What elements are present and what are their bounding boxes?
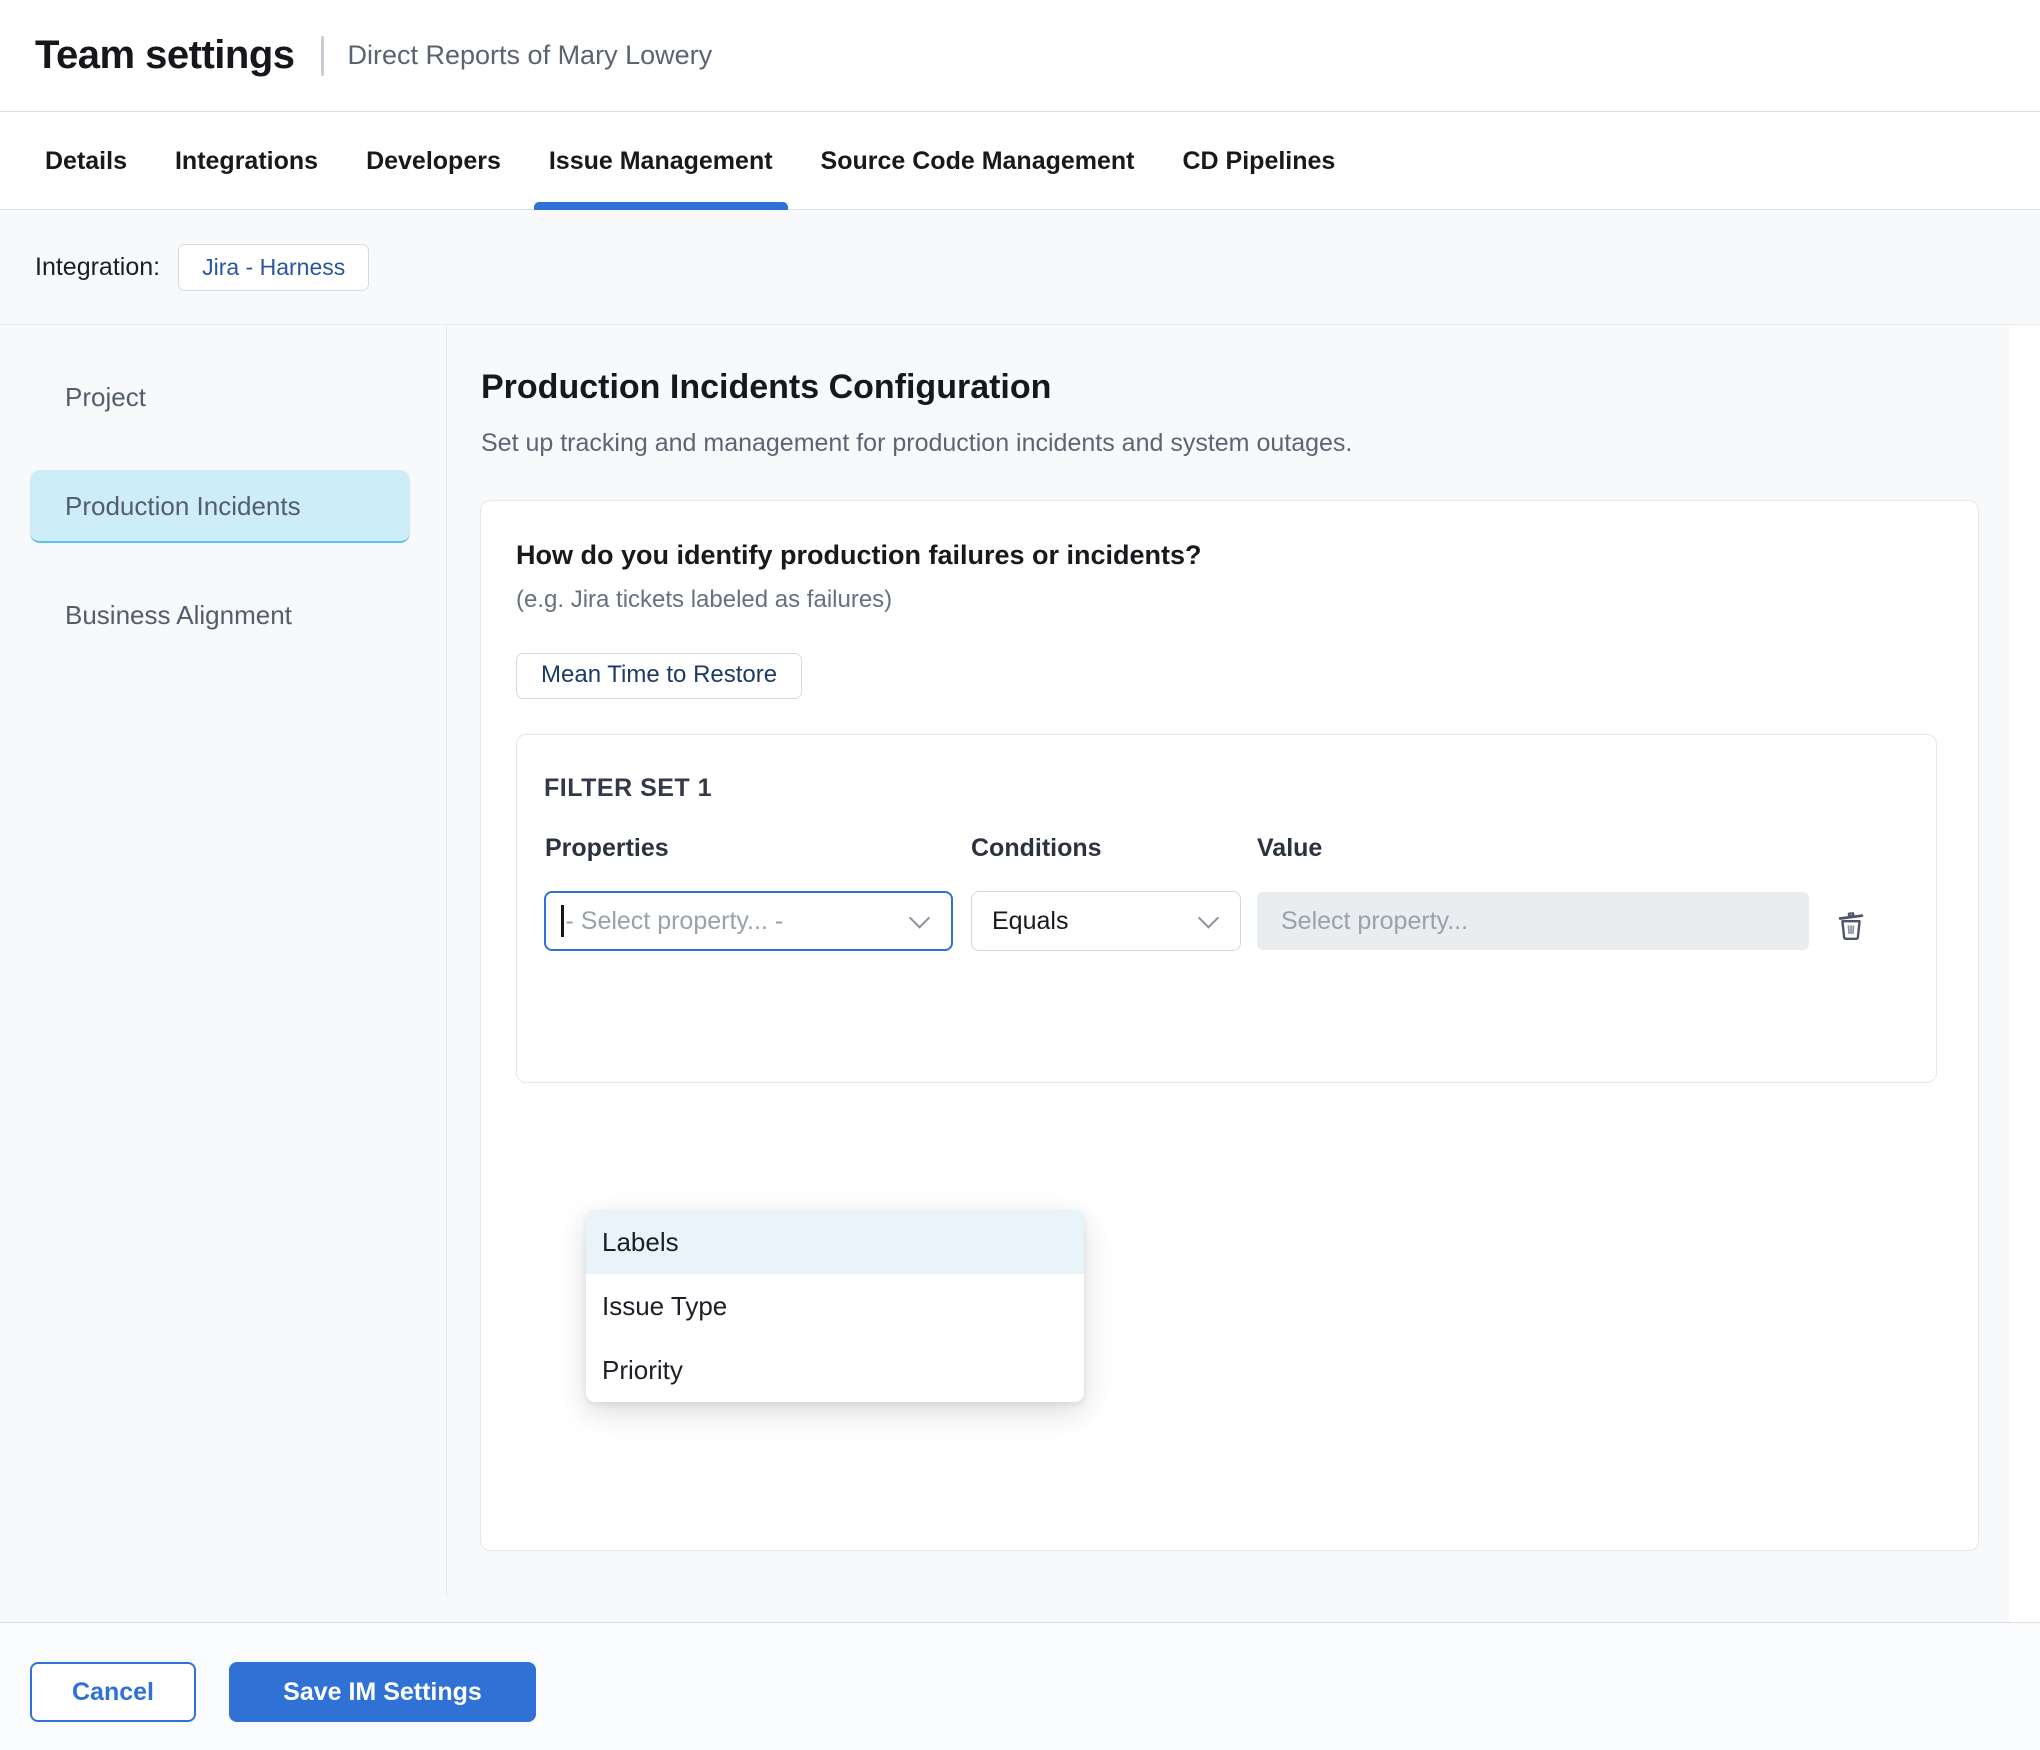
property-dropdown-menu: Labels Issue Type Priority: [586, 1210, 1084, 1402]
tab-label: Details: [45, 147, 127, 176]
cancel-button[interactable]: Cancel: [30, 1662, 196, 1722]
integration-row: Integration: Jira - Harness: [0, 210, 2040, 325]
tab-bar: Details Integrations Developers Issue Ma…: [0, 113, 2040, 210]
metric-tab-mean-time-to-restore[interactable]: Mean Time to Restore: [516, 653, 802, 699]
condition-select[interactable]: Equals: [971, 891, 1241, 951]
incidents-config-card: How do you identify production failures …: [480, 500, 1979, 1551]
sidebar-item-business-alignment[interactable]: Business Alignment: [30, 579, 410, 652]
tab-developers[interactable]: Developers: [366, 113, 501, 209]
filter-set-title: FILTER SET 1: [544, 775, 1909, 801]
filter-set-card: FILTER SET 1 Properties Conditions Value…: [516, 734, 1937, 1083]
property-select[interactable]: - Select property... -: [544, 891, 953, 951]
tab-details[interactable]: Details: [45, 113, 127, 209]
filter-controls-row: - Select property... - Equals Select pro…: [544, 891, 1909, 951]
scrollbar-gutter[interactable]: [2009, 325, 2040, 1622]
tab-label: Integrations: [175, 147, 318, 176]
tab-label: Developers: [366, 147, 501, 176]
conditions-column-label: Conditions: [971, 835, 1102, 861]
page-header: Team settings Direct Reports of Mary Low…: [0, 0, 2040, 112]
footer-action-bar: Cancel Save IM Settings: [0, 1622, 2040, 1750]
content-area: Project Production Incidents Business Al…: [0, 325, 2040, 1622]
tab-integrations[interactable]: Integrations: [175, 113, 318, 209]
team-settings-page: Team settings Direct Reports of Mary Low…: [0, 0, 2040, 1750]
trash-icon: [1832, 906, 1870, 947]
settings-sidebar: Project Production Incidents Business Al…: [0, 325, 447, 1596]
dropdown-option-priority[interactable]: Priority: [586, 1338, 1084, 1402]
chevron-down-icon: [909, 907, 930, 928]
config-hint: (e.g. Jira tickets labeled as failures): [516, 581, 1943, 619]
value-input[interactable]: Select property...: [1257, 892, 1809, 950]
tab-source-code-management[interactable]: Source Code Management: [821, 113, 1135, 209]
sidebar-item-label: Production Incidents: [65, 491, 301, 521]
tab-issue-management[interactable]: Issue Management: [549, 113, 773, 209]
section-subtitle: Set up tracking and management for produ…: [481, 423, 1352, 463]
delete-filter-button[interactable]: [1829, 904, 1873, 948]
save-im-settings-button[interactable]: Save IM Settings: [229, 1662, 536, 1722]
page-title: Team settings: [35, 33, 295, 78]
filter-column-labels: Properties Conditions Value: [544, 835, 1909, 861]
integration-chip[interactable]: Jira - Harness: [178, 244, 369, 291]
config-question: How do you identify production failures …: [516, 535, 1943, 575]
properties-column-label: Properties: [545, 835, 669, 861]
dropdown-option-issue-type[interactable]: Issue Type: [586, 1274, 1084, 1338]
value-column-label: Value: [1257, 835, 1322, 861]
page-subtitle: Direct Reports of Mary Lowery: [348, 40, 713, 71]
sidebar-item-label: Project: [65, 382, 146, 412]
active-tab-underline: [534, 202, 788, 210]
sidebar-item-label: Business Alignment: [65, 600, 292, 630]
sidebar-item-production-incidents[interactable]: Production Incidents: [30, 470, 410, 543]
tab-label: Issue Management: [549, 147, 773, 176]
integration-label: Integration:: [35, 253, 160, 282]
sidebar-item-project[interactable]: Project: [30, 361, 410, 434]
property-select-placeholder: - Select property... -: [566, 907, 784, 936]
tab-label: CD Pipelines: [1183, 147, 1336, 176]
condition-select-value: Equals: [992, 907, 1068, 936]
chevron-down-icon: [1198, 907, 1219, 928]
title-divider: [321, 36, 324, 76]
tab-cd-pipelines[interactable]: CD Pipelines: [1183, 113, 1336, 209]
value-input-placeholder: Select property...: [1281, 907, 1468, 936]
text-caret: [561, 905, 564, 937]
dropdown-option-labels[interactable]: Labels: [586, 1210, 1084, 1274]
tab-label: Source Code Management: [821, 147, 1135, 176]
section-title: Production Incidents Configuration: [481, 365, 1051, 409]
